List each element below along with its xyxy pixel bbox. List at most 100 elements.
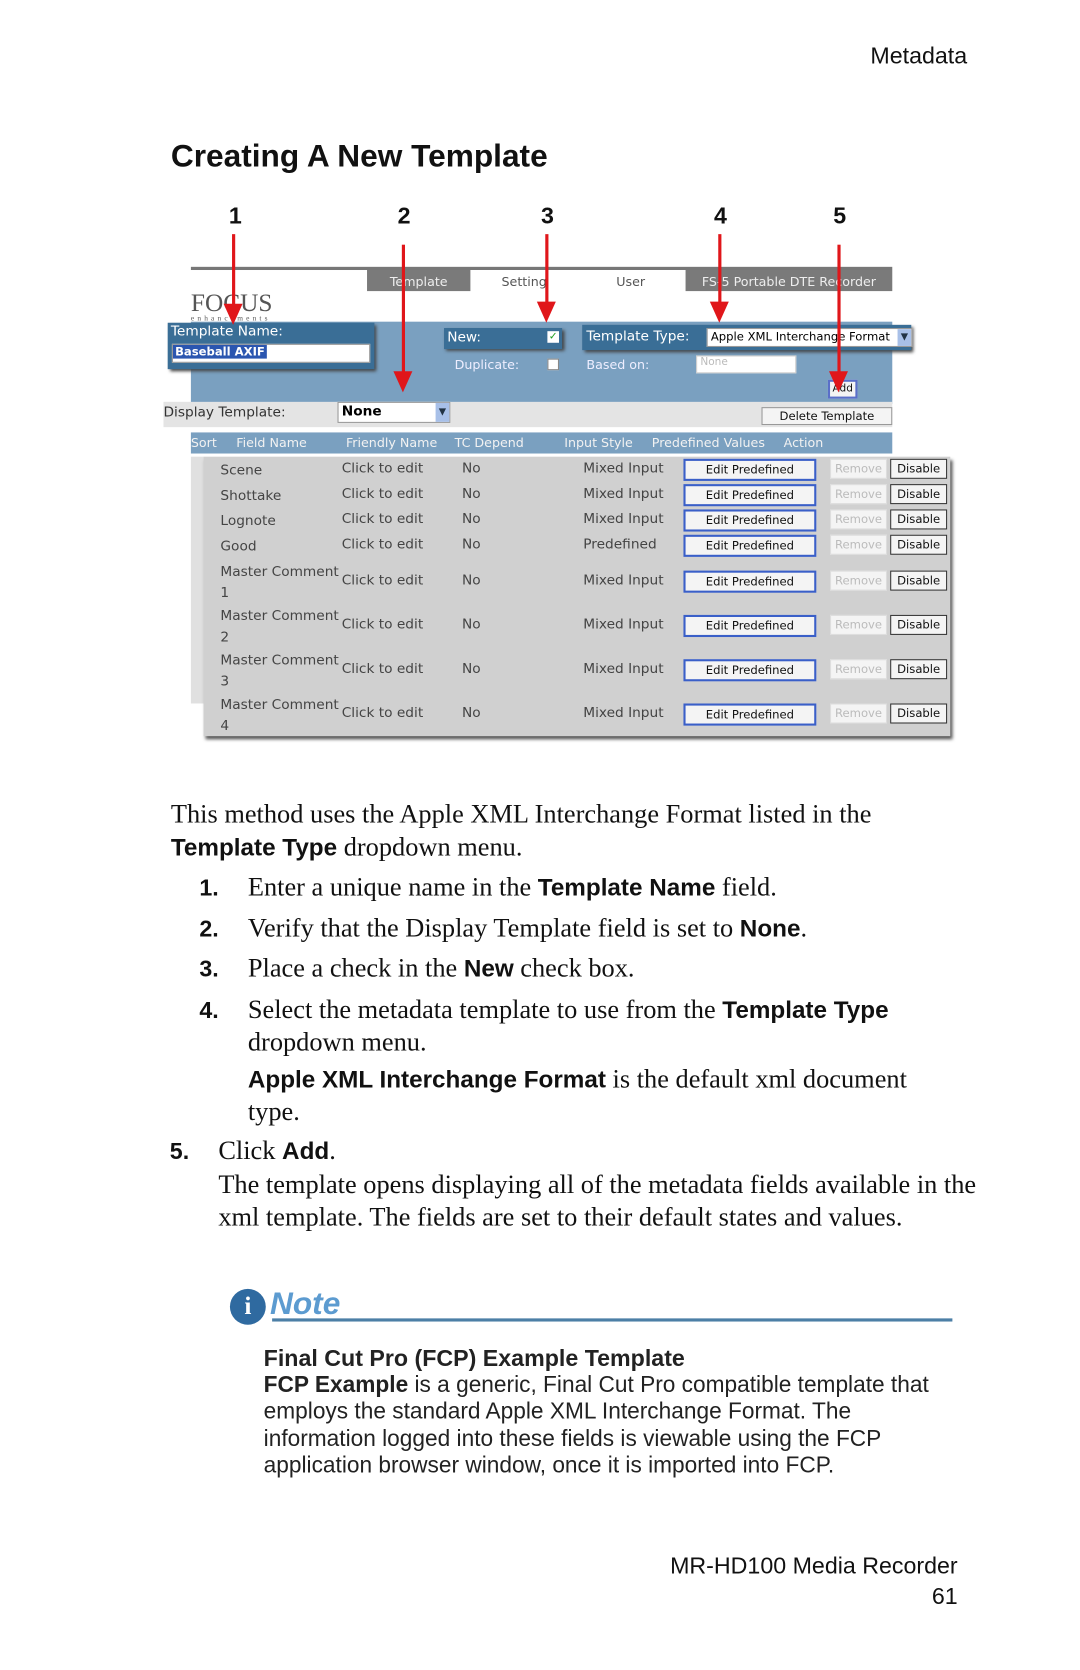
edit-predefined-button[interactable]: Edit Predefined bbox=[683, 703, 817, 726]
friendly-name-cell[interactable]: Click to edit bbox=[342, 661, 423, 677]
input-style-cell: Mixed Input bbox=[583, 705, 664, 722]
step-number: 3. bbox=[199, 955, 219, 982]
edit-predefined-button[interactable]: Edit Predefined bbox=[683, 570, 817, 593]
tab-setting[interactable]: Setting bbox=[472, 270, 576, 292]
tc-depend-cell: No bbox=[461, 511, 481, 528]
duplicate-label: Duplicate: bbox=[454, 357, 520, 373]
remove-button[interactable]: Remove bbox=[830, 484, 888, 505]
col-input-style: Input Style bbox=[564, 435, 633, 451]
template-type-select[interactable]: Apple XML Interchange Format ▼ bbox=[706, 328, 913, 347]
footer: MR-HD100 Media Recorder 61 bbox=[670, 1550, 958, 1611]
col-tc-depend: TC Depend bbox=[454, 435, 524, 451]
page-number: 61 bbox=[931, 1583, 958, 1610]
tab-fs5[interactable]: FS-5 Portable DTE Recorder bbox=[685, 270, 893, 292]
friendly-name-cell[interactable]: Click to edit bbox=[342, 706, 423, 722]
template-type-label: Template Type: bbox=[586, 329, 690, 345]
field-name: Good bbox=[220, 538, 257, 555]
remove-button[interactable]: Remove bbox=[830, 614, 888, 635]
input-style-cell: Mixed Input bbox=[583, 661, 664, 678]
friendly-name-cell[interactable]: Click to edit bbox=[342, 512, 423, 528]
delete-template-button[interactable]: Delete Template bbox=[761, 407, 893, 426]
friendly-name-cell[interactable]: Click to edit bbox=[342, 617, 423, 633]
field-name: Master Comment 3 bbox=[220, 652, 339, 690]
new-checkbox[interactable]: ✓ bbox=[547, 331, 559, 343]
input-style-cell: Mixed Input bbox=[583, 511, 664, 528]
col-friendly-name: Friendly Name bbox=[345, 435, 438, 451]
tc-depend-cell: No bbox=[461, 486, 481, 503]
callout-5: 5 bbox=[833, 202, 847, 229]
tab-user[interactable]: User bbox=[577, 270, 684, 292]
info-icon: i bbox=[229, 1288, 266, 1325]
tc-depend-cell: No bbox=[461, 572, 481, 589]
remove-button[interactable]: Remove bbox=[830, 534, 888, 555]
disable-button[interactable]: Disable bbox=[890, 570, 948, 591]
disable-button[interactable]: Disable bbox=[890, 614, 948, 635]
remove-button[interactable]: Remove bbox=[830, 703, 888, 724]
based-on-select[interactable]: None bbox=[696, 355, 797, 374]
friendly-name-cell[interactable]: Click to edit bbox=[342, 461, 423, 477]
remove-button[interactable]: Remove bbox=[830, 458, 888, 479]
chevron-down-icon: ▼ bbox=[897, 329, 912, 346]
edit-predefined-button[interactable]: Edit Predefined bbox=[683, 534, 817, 557]
step-number: 5. bbox=[169, 1138, 190, 1165]
input-style-cell: Predefined bbox=[583, 536, 657, 553]
disable-button[interactable]: Disable bbox=[890, 703, 948, 724]
new-label: New: bbox=[447, 330, 481, 346]
footer-product: MR-HD100 Media Recorder bbox=[670, 1552, 958, 1579]
fields-table: Scene Click to edit No Mixed Input Edit Pred… bbox=[203, 456, 951, 737]
field-name: Scene bbox=[220, 463, 263, 479]
step-5-note: The template opens displaying all of the… bbox=[218, 1170, 977, 1232]
display-template-select[interactable]: None ▼ bbox=[337, 401, 451, 423]
template-name-label: Template Name: bbox=[170, 323, 283, 340]
note-label: Note bbox=[270, 1286, 341, 1322]
edit-predefined-button[interactable]: Edit Predefined bbox=[683, 659, 817, 682]
step-item: 1. Enter a unique name in the Template Na… bbox=[199, 871, 976, 904]
tc-depend-cell: No bbox=[461, 460, 481, 477]
step-item: 3. Place a check in the New check box. bbox=[199, 952, 976, 985]
callout-4: 4 bbox=[714, 202, 727, 229]
edit-predefined-button[interactable]: Edit Predefined bbox=[683, 614, 817, 638]
remove-button[interactable]: Remove bbox=[830, 659, 888, 680]
note-text: FCP Example is a generic, Final Cut Pro … bbox=[263, 1371, 929, 1478]
disable-button[interactable]: Disable bbox=[890, 458, 948, 479]
remove-button[interactable]: Remove bbox=[830, 509, 888, 530]
template-type-box: Template Type: Apple XML Interchange For… bbox=[582, 324, 913, 351]
tc-depend-cell: No bbox=[461, 661, 481, 678]
table-left-edge bbox=[190, 456, 204, 704]
display-template-label: Display Template: bbox=[163, 405, 286, 421]
step-number: 1. bbox=[199, 874, 219, 901]
based-on-label: Based on: bbox=[586, 357, 650, 373]
callout-arrow-1 bbox=[223, 234, 243, 325]
friendly-name-cell[interactable]: Click to edit bbox=[342, 486, 423, 502]
callout-3: 3 bbox=[541, 202, 554, 229]
disable-button[interactable]: Disable bbox=[890, 659, 948, 680]
field-name: Master Comment 2 bbox=[220, 608, 339, 646]
edit-predefined-button[interactable]: Edit Predefined bbox=[683, 509, 817, 532]
note-body: Final Cut Pro (FCP) Example Template FCP… bbox=[264, 1345, 960, 1479]
callout-arrow-3 bbox=[536, 234, 556, 323]
tc-depend-cell: No bbox=[461, 616, 481, 633]
template-name-box: Template Name: Baseball AXIF bbox=[167, 322, 375, 370]
step-item: 2. Verify that the Display Template field… bbox=[199, 912, 976, 945]
disable-button[interactable]: Disable bbox=[890, 534, 948, 555]
template-name-input[interactable]: Baseball AXIF bbox=[171, 343, 371, 363]
disable-button[interactable]: Disable bbox=[890, 484, 948, 505]
step-item: 5. Click Add. bbox=[170, 1135, 975, 1168]
tab-template[interactable]: Template bbox=[367, 270, 471, 292]
input-style-cell: Mixed Input bbox=[583, 460, 664, 477]
col-sort[interactable]: Sort bbox=[191, 436, 217, 451]
disable-button[interactable]: Disable bbox=[890, 509, 948, 530]
friendly-name-cell[interactable]: Click to edit bbox=[342, 573, 423, 589]
edit-predefined-button[interactable]: Edit Predefined bbox=[683, 458, 817, 481]
edit-predefined-button[interactable]: Edit Predefined bbox=[683, 484, 817, 507]
step-item: 4. Select the metadata template to use fr… bbox=[199, 994, 976, 1059]
page-title: Creating A New Template bbox=[170, 139, 548, 175]
section-header: Metadata bbox=[870, 42, 968, 69]
callout-2: 2 bbox=[397, 202, 411, 229]
input-style-cell: Mixed Input bbox=[583, 572, 664, 589]
duplicate-checkbox[interactable] bbox=[547, 358, 559, 371]
friendly-name-cell[interactable]: Click to edit bbox=[342, 537, 423, 553]
field-name: Master Comment 1 bbox=[220, 564, 339, 602]
remove-button[interactable]: Remove bbox=[830, 570, 888, 591]
step-number: 2. bbox=[199, 915, 219, 942]
